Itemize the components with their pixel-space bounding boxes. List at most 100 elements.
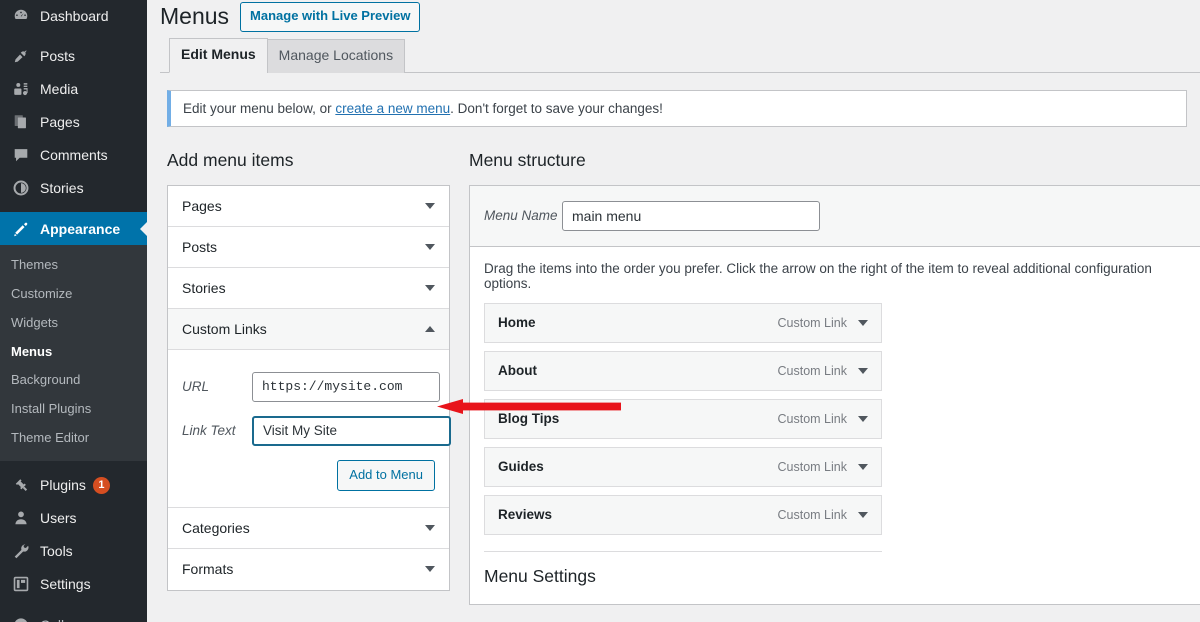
chevron-up-icon xyxy=(425,326,435,332)
comments-icon xyxy=(11,145,31,165)
pin-icon xyxy=(11,46,31,66)
sidebar-item-label: Stories xyxy=(40,180,84,196)
submenu-item-themes[interactable]: Themes xyxy=(0,251,147,280)
sidebar-item-comments[interactable]: Comments xyxy=(0,138,147,171)
chevron-down-icon[interactable] xyxy=(858,464,868,470)
add-to-menu-button[interactable]: Add to Menu xyxy=(337,460,435,491)
media-icon xyxy=(11,79,31,99)
create-a-new-menu-link[interactable]: create a new menu xyxy=(335,101,450,116)
page-header: Menus Manage with Live Preview xyxy=(160,0,1200,34)
menu-item-type: Custom Link xyxy=(778,508,847,522)
url-label: URL xyxy=(182,379,252,394)
accordion-header-formats[interactable]: Formats xyxy=(168,549,449,590)
sidebar-item-collapse-menu[interactable]: Collapse menu xyxy=(0,609,147,622)
submenu-item-theme-editor[interactable]: Theme Editor xyxy=(0,424,147,453)
sidebar-item-label: Appearance xyxy=(40,221,120,237)
sidebar-item-settings[interactable]: Settings xyxy=(0,568,147,601)
menu-item-title: About xyxy=(498,363,537,378)
menu-settings-title: Menu Settings xyxy=(470,552,1200,587)
drag-instructions: Drag the items into the order you prefer… xyxy=(470,247,1200,295)
menu-item-row[interactable]: Home Custom Link xyxy=(484,303,882,343)
menu-item-type: Custom Link xyxy=(778,460,847,474)
page-title: Menus xyxy=(160,2,229,32)
sidebar-item-appearance[interactable]: Appearance xyxy=(0,212,147,245)
sidebar-item-label: Tools xyxy=(40,543,73,559)
sidebar-item-stories[interactable]: Stories xyxy=(0,171,147,204)
settings-icon xyxy=(11,574,31,594)
menu-item-meta: Custom Link xyxy=(778,316,868,330)
accordion-header-pages[interactable]: Pages xyxy=(168,186,449,227)
menu-item-meta: Custom Link xyxy=(778,460,868,474)
accordion-label: Stories xyxy=(182,280,226,296)
tab-manage-locations[interactable]: Manage Locations xyxy=(267,39,405,73)
menu-notice: Edit your menu below, or create a new me… xyxy=(167,90,1187,127)
chevron-down-icon[interactable] xyxy=(858,416,868,422)
submenu-item-background[interactable]: Background xyxy=(0,366,147,395)
accordion-header-categories[interactable]: Categories xyxy=(168,508,449,549)
menu-name-row: Menu Name xyxy=(470,186,1200,247)
accordion-header-stories[interactable]: Stories xyxy=(168,268,449,309)
menu-name-input[interactable] xyxy=(562,201,820,231)
menu-item-title: Home xyxy=(498,315,536,330)
menu-item-row[interactable]: Blog Tips Custom Link xyxy=(484,399,882,439)
menu-item-type: Custom Link xyxy=(778,364,847,378)
menu-item-title: Guides xyxy=(498,459,544,474)
sidebar-item-tools[interactable]: Tools xyxy=(0,535,147,568)
accordion-label: Categories xyxy=(182,520,250,536)
submenu-item-install-plugins[interactable]: Install Plugins xyxy=(0,395,147,424)
link-text-field-row: Link Text xyxy=(182,416,435,446)
url-input[interactable] xyxy=(252,372,440,402)
link-text-input[interactable] xyxy=(252,416,451,446)
tab-bar: Edit Menus Manage Locations xyxy=(160,41,1200,73)
plugins-icon xyxy=(11,475,31,495)
chevron-down-icon xyxy=(425,566,435,572)
dashboard-icon xyxy=(11,6,31,26)
wordpress-admin-menus-screen: Dashboard Posts Media xyxy=(0,0,1200,622)
sidebar-item-media[interactable]: Media xyxy=(0,72,147,105)
appearance-brush-icon xyxy=(11,219,31,239)
sidebar-item-label: Settings xyxy=(40,576,91,592)
menu-edit-layout: Add menu items Pages Posts Stories xyxy=(160,149,1200,605)
add-menu-items-title: Add menu items xyxy=(167,149,450,172)
sidebar-item-posts[interactable]: Posts xyxy=(0,39,147,72)
tools-wrench-icon xyxy=(11,541,31,561)
menu-item-meta: Custom Link xyxy=(778,508,868,522)
sidebar-item-plugins[interactable]: Plugins 1 xyxy=(0,469,147,502)
menu-structure-column: Menu structure Menu Name Drag the items … xyxy=(450,149,1200,605)
menu-item-meta: Custom Link xyxy=(778,412,868,426)
menu-item-row[interactable]: About Custom Link xyxy=(484,351,882,391)
accordion-header-custom-links[interactable]: Custom Links xyxy=(168,309,449,350)
url-field-row: URL xyxy=(182,372,435,402)
menu-item-row[interactable]: Reviews Custom Link xyxy=(484,495,882,535)
sidebar-separator xyxy=(0,601,147,609)
sidebar-item-label: Users xyxy=(40,510,77,526)
sidebar-separator xyxy=(0,31,147,39)
submenu-item-widgets[interactable]: Widgets xyxy=(0,309,147,338)
menu-structure-box: Menu Name Drag the items into the order … xyxy=(469,185,1200,605)
sidebar-item-label: Pages xyxy=(40,114,80,130)
sidebar-item-users[interactable]: Users xyxy=(0,502,147,535)
chevron-down-icon[interactable] xyxy=(858,320,868,326)
tab-edit-menus[interactable]: Edit Menus xyxy=(169,38,268,73)
submenu-item-customize[interactable]: Customize xyxy=(0,280,147,309)
accordion-label: Pages xyxy=(182,198,222,214)
menu-item-row[interactable]: Guides Custom Link xyxy=(484,447,882,487)
chevron-down-icon[interactable] xyxy=(858,512,868,518)
users-icon xyxy=(11,508,31,528)
pages-icon xyxy=(11,112,31,132)
submenu-item-menus[interactable]: Menus xyxy=(0,338,147,367)
chevron-down-icon xyxy=(425,244,435,250)
sidebar-separator xyxy=(0,204,147,212)
plugins-update-badge: 1 xyxy=(93,477,110,494)
sidebar-item-label: Collapse menu xyxy=(40,617,133,622)
sidebar-item-label: Plugins xyxy=(40,477,86,493)
manage-with-live-preview-button[interactable]: Manage with Live Preview xyxy=(240,2,420,32)
sidebar-item-label: Dashboard xyxy=(40,8,109,24)
collapse-arrow-icon xyxy=(11,615,31,622)
menu-name-label: Menu Name xyxy=(484,208,562,223)
sidebar-item-pages[interactable]: Pages xyxy=(0,105,147,138)
sidebar-item-label: Comments xyxy=(40,147,108,163)
accordion-header-posts[interactable]: Posts xyxy=(168,227,449,268)
sidebar-item-dashboard[interactable]: Dashboard xyxy=(0,0,147,31)
chevron-down-icon[interactable] xyxy=(858,368,868,374)
